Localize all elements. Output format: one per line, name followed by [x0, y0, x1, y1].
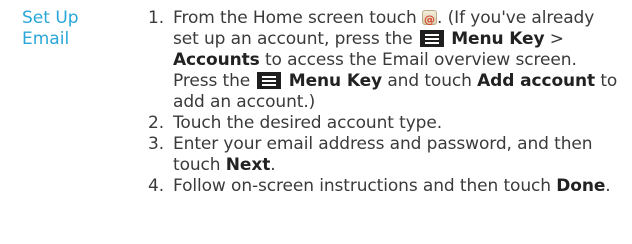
email-app-icon [422, 9, 438, 30]
section-title-line2: Email [22, 29, 70, 49]
step-text: and touch [382, 71, 478, 91]
menu-key-icon [419, 30, 444, 47]
step-number: 2. [148, 113, 165, 133]
step-keyword: Menu Key [451, 29, 545, 49]
step-keyword: Accounts [173, 50, 260, 70]
step-text: Touch the desired account type. [173, 113, 443, 133]
step-number: 4. [148, 176, 165, 196]
step-2: 2. Touch the desired account type. [148, 113, 618, 134]
step-text: . [270, 155, 276, 175]
step-number: 1. [148, 8, 165, 28]
step-text: . [605, 176, 611, 196]
step-keyword: Done [556, 176, 606, 196]
step-number: 3. [148, 134, 165, 154]
step-text: Follow on-screen instructions and then t… [173, 176, 557, 196]
step-keyword: Next [225, 155, 271, 175]
step-text: From the Home screen touch [173, 8, 417, 28]
step-3: 3. Enter your email address and password… [148, 134, 618, 176]
steps-list: 1. From the Home screen touch . (If you'… [148, 8, 618, 197]
step-keyword: Add account [477, 71, 596, 91]
section-title: Set Up Email [22, 8, 132, 50]
section-title-line1: Set Up [22, 8, 79, 28]
menu-key-icon [257, 72, 282, 89]
step-keyword: Menu Key [288, 71, 383, 91]
step-1: 1. From the Home screen touch . (If you'… [148, 8, 618, 113]
step-4: 4. Follow on-screen instructions and the… [148, 176, 618, 197]
step-text: > [544, 29, 564, 49]
